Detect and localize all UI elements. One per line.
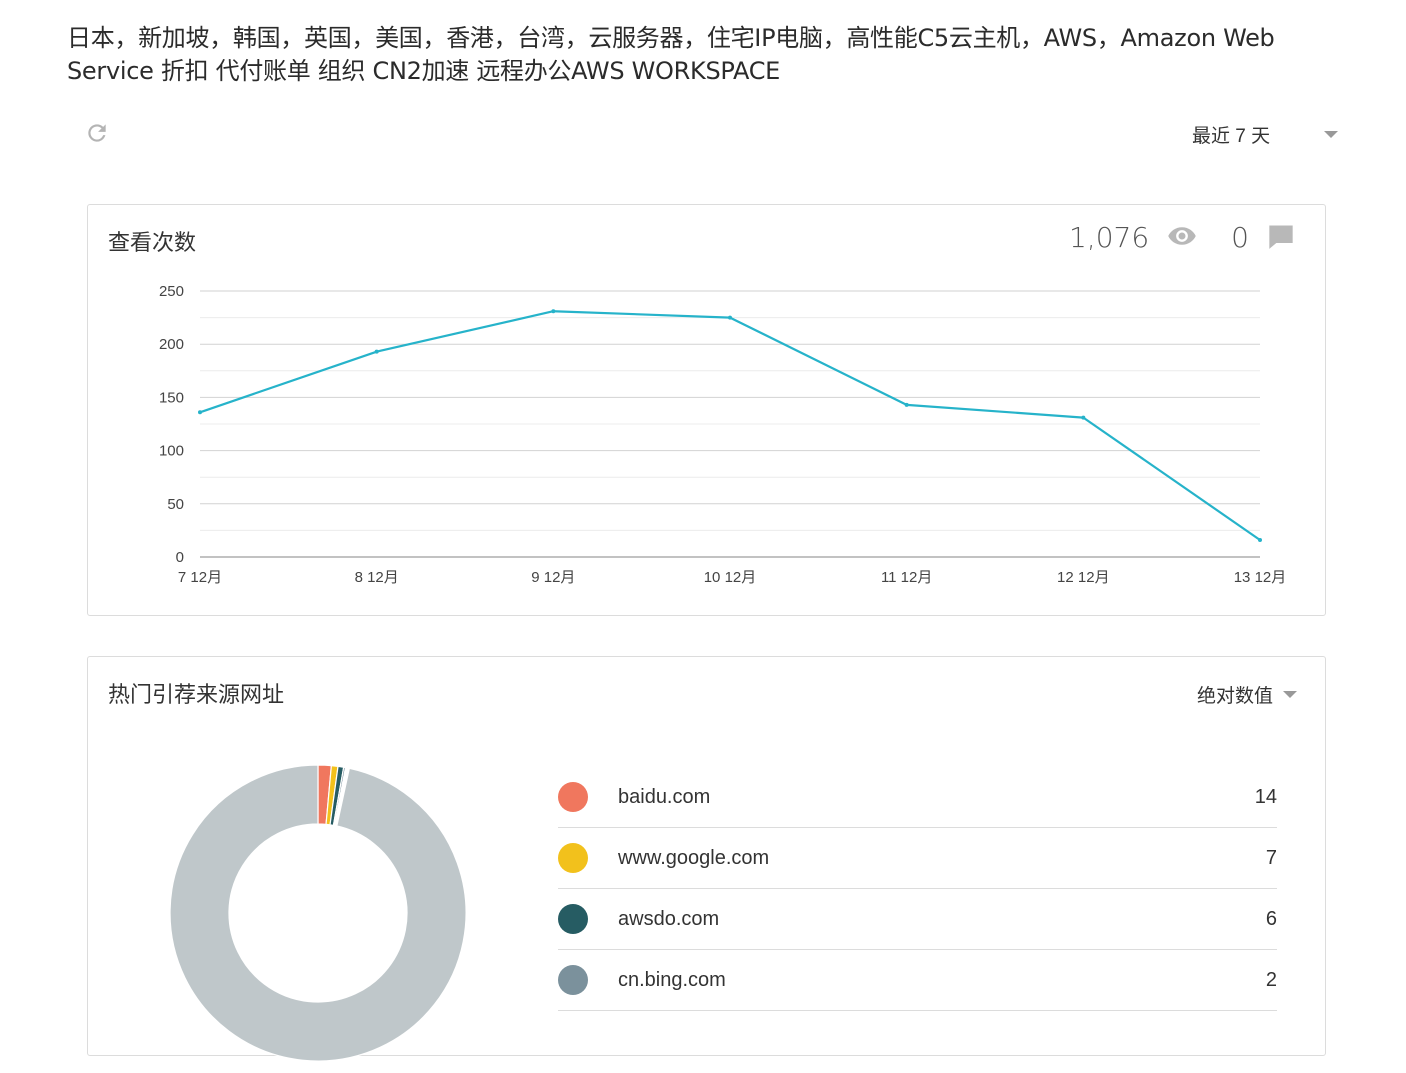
- views-line-chart: 0 50 100 150 200 250 7 12月 8 12月 9 12月 10 12月 11 1…: [159, 283, 1287, 586]
- referrer-count: 14: [1254, 785, 1277, 808]
- y-tick-label: 100: [159, 443, 184, 460]
- y-tick-label: 0: [176, 549, 184, 566]
- referrer-name[interactable]: awsdo.com: [618, 908, 1266, 931]
- sort-mode-select[interactable]: 绝对数值: [1197, 681, 1297, 708]
- chevron-down-icon: [1324, 130, 1338, 138]
- date-range-select[interactable]: 最近 7 天: [1192, 118, 1342, 150]
- chevron-down-icon: [1283, 691, 1297, 698]
- data-point: [551, 309, 556, 314]
- x-tick-label: 11 12月: [881, 569, 932, 586]
- data-point: [904, 402, 909, 407]
- y-tick-label: 200: [159, 336, 184, 353]
- x-tick-label: 10 12月: [704, 569, 757, 586]
- referrer-count: 2: [1265, 968, 1277, 991]
- series-dot: [558, 843, 588, 873]
- date-range-label: 最近 7 天: [1192, 125, 1271, 147]
- series-dot: [558, 782, 588, 812]
- referrers-donut-chart: [169, 764, 467, 1062]
- series-dot: [558, 965, 588, 995]
- views-card: 查看次数 1,076 0 0 50 100 150 200 250 7 12月 8 12月 9 …: [87, 204, 1326, 616]
- refresh-button[interactable]: [84, 120, 110, 146]
- x-tick-label: 7 12月: [178, 569, 222, 586]
- site-title: 日本，新加坡，韩国，英国，美国，香港，台湾，云服务器，住宅IP电脑，高性能C5云…: [67, 24, 1275, 85]
- series-line: [199, 310, 1261, 541]
- referrers-card: 热门引荐来源网址 绝对数值 baidu.com 14 www.google.co…: [87, 656, 1326, 1062]
- list-item[interactable]: baidu.com 14: [558, 767, 1277, 828]
- sort-mode-label: 绝对数值: [1196, 686, 1273, 707]
- list-item[interactable]: www.google.com 7: [558, 828, 1277, 889]
- data-point: [1258, 537, 1262, 542]
- referrers-list: baidu.com 14 www.google.com 7 awsdo.com …: [558, 767, 1277, 1011]
- data-point: [728, 315, 732, 320]
- list-item[interactable]: cn.bing.com 2: [558, 950, 1277, 1011]
- x-tick-label: 8 12月: [355, 569, 399, 586]
- data-point: [1081, 415, 1086, 420]
- refresh-icon[interactable]: [84, 120, 110, 146]
- y-tick-label: 150: [159, 389, 184, 406]
- referrer-name[interactable]: cn.bing.com: [618, 969, 1266, 992]
- referrer-name[interactable]: baidu.com: [618, 786, 1255, 809]
- referrers-card-title: 热门引荐来源网址: [108, 682, 285, 707]
- y-tick-label: 50: [167, 496, 184, 513]
- x-tick-label: 13 12月: [1234, 569, 1287, 586]
- x-tick-label: 12 12月: [1057, 569, 1110, 586]
- series-dot: [558, 904, 588, 934]
- data-point: [198, 410, 202, 415]
- referrer-name[interactable]: www.google.com: [618, 847, 1266, 870]
- x-tick-label: 9 12月: [531, 569, 575, 586]
- referrer-count: 6: [1265, 907, 1277, 930]
- list-item[interactable]: awsdo.com 6: [558, 889, 1277, 950]
- data-point: [374, 349, 379, 354]
- referrer-count: 7: [1265, 846, 1277, 869]
- y-tick-label: 250: [159, 283, 184, 300]
